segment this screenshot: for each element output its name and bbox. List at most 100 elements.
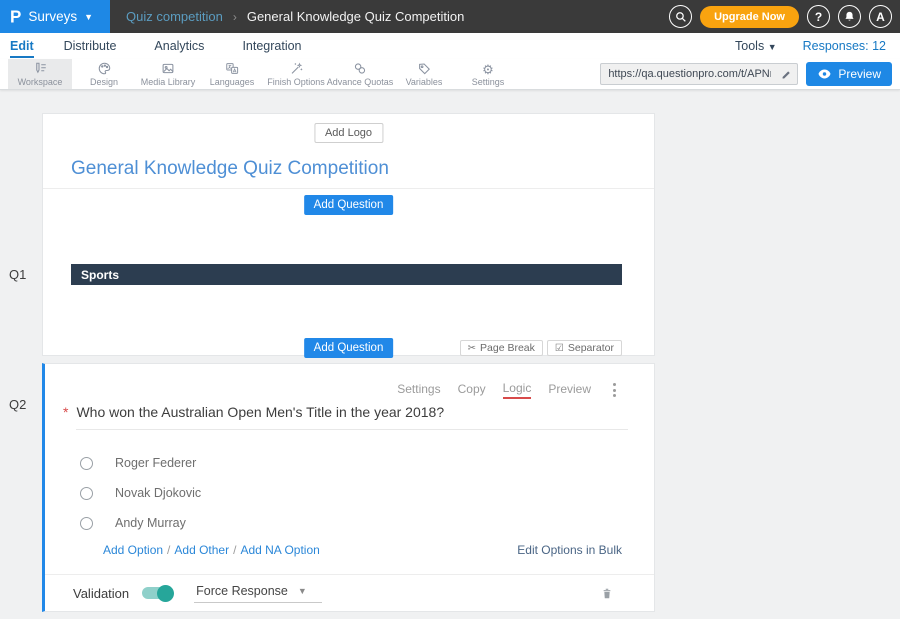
separator-button[interactable]: ☑ Separator bbox=[547, 340, 622, 356]
checkbox-icon: ☑ bbox=[555, 343, 564, 354]
magic-wand-icon bbox=[289, 61, 304, 76]
toolbar-item-design[interactable]: Design bbox=[72, 59, 136, 89]
survey-header-card: Add Logo General Knowledge Quiz Competit… bbox=[42, 113, 655, 356]
toolbar-item-variables[interactable]: Variables bbox=[392, 59, 456, 89]
add-question-button-bottom[interactable]: Add Question bbox=[304, 338, 394, 358]
edit-options-in-bulk-link[interactable]: Edit Options in Bulk bbox=[517, 543, 622, 557]
question-logic-link[interactable]: Logic bbox=[503, 381, 532, 399]
validation-bar: Validation Force Response ▼ bbox=[45, 574, 654, 611]
preview-label: Preview bbox=[838, 67, 881, 81]
avatar[interactable]: A bbox=[869, 5, 892, 28]
upgrade-button[interactable]: Upgrade Now bbox=[700, 6, 799, 28]
force-response-value: Force Response bbox=[196, 584, 288, 598]
surveys-menu[interactable]: P Surveys ▼ bbox=[0, 0, 110, 33]
radio-icon[interactable] bbox=[80, 457, 93, 470]
nav-tabs-row: Edit Distribute Analytics Integration To… bbox=[0, 33, 900, 59]
radio-icon[interactable] bbox=[80, 517, 93, 530]
help-button[interactable]: ? bbox=[807, 5, 830, 28]
tools-menu[interactable]: Tools ▼ bbox=[735, 39, 777, 53]
question-preview-link[interactable]: Preview bbox=[548, 382, 591, 398]
answer-option-row[interactable]: Novak Djokovic bbox=[80, 486, 201, 500]
palette-icon bbox=[97, 61, 112, 76]
translate-icon bbox=[224, 61, 240, 76]
question-number-q2: Q2 bbox=[9, 397, 26, 412]
chevron-down-icon: ▼ bbox=[84, 12, 93, 22]
topbar-actions: Upgrade Now ? A bbox=[669, 5, 900, 28]
toolbar-item-label: Workspace bbox=[18, 77, 63, 87]
question-copy-link[interactable]: Copy bbox=[458, 382, 486, 398]
tag-icon bbox=[417, 61, 432, 76]
survey-url-input[interactable] bbox=[601, 68, 775, 80]
scissors-icon: ✂ bbox=[468, 343, 476, 354]
toolbar-item-settings[interactable]: ⚙ Settings bbox=[456, 59, 520, 89]
toolbar-item-advance-quotas[interactable]: Advance Quotas bbox=[328, 59, 392, 89]
survey-toolbar: Workspace Design Media Library Languages… bbox=[0, 59, 900, 90]
breadcrumb: Quiz competition › General Knowledge Qui… bbox=[126, 9, 464, 24]
breadcrumb-parent[interactable]: Quiz competition bbox=[126, 9, 223, 24]
toggle-knob bbox=[157, 585, 174, 602]
toolbar-item-label: Languages bbox=[210, 77, 255, 87]
chevron-down-icon: ▼ bbox=[768, 42, 777, 52]
option-links: Add Option/Add Other/Add NA Option bbox=[103, 543, 320, 557]
add-logo-button[interactable]: Add Logo bbox=[314, 123, 383, 143]
toolbar-item-label: Advance Quotas bbox=[327, 77, 394, 87]
section-header-sports[interactable]: Sports bbox=[71, 264, 622, 285]
breadcrumb-separator-icon: › bbox=[233, 10, 237, 24]
toolbar-item-label: Finish Options bbox=[267, 77, 325, 87]
toolbar-item-label: Media Library bbox=[141, 77, 196, 87]
survey-editor-canvas: Q1 Q2 Add Logo General Knowledge Quiz Co… bbox=[0, 90, 900, 619]
tab-analytics[interactable]: Analytics bbox=[154, 35, 204, 58]
answer-option-label[interactable]: Roger Federer bbox=[115, 456, 196, 470]
validation-toggle[interactable] bbox=[142, 587, 172, 599]
link-separator: / bbox=[233, 543, 236, 557]
survey-title[interactable]: General Knowledge Quiz Competition bbox=[71, 158, 389, 180]
search-button[interactable] bbox=[669, 5, 692, 28]
responses-link[interactable]: Responses: 12 bbox=[803, 39, 886, 53]
page-break-label: Page Break bbox=[480, 342, 535, 354]
preview-button[interactable]: Preview bbox=[806, 62, 892, 86]
add-na-option-link[interactable]: Add NA Option bbox=[240, 543, 319, 557]
delete-question-button[interactable] bbox=[600, 586, 614, 601]
question-text[interactable]: Who won the Australian Open Men's Title … bbox=[76, 404, 628, 430]
survey-url-box bbox=[600, 63, 798, 85]
break-buttons: ✂ Page Break ☑ Separator bbox=[460, 340, 622, 356]
validation-label: Validation bbox=[73, 586, 129, 601]
question-card-q2: Settings Copy Logic Preview *Who won the… bbox=[42, 363, 655, 612]
tab-integration[interactable]: Integration bbox=[242, 35, 301, 58]
radio-icon[interactable] bbox=[80, 487, 93, 500]
question-settings-link[interactable]: Settings bbox=[397, 382, 440, 398]
page-break-button[interactable]: ✂ Page Break bbox=[460, 340, 543, 356]
separator-label: Separator bbox=[568, 342, 614, 354]
trash-icon bbox=[600, 586, 614, 601]
toolbar-item-finish-options[interactable]: Finish Options bbox=[264, 59, 328, 89]
divider bbox=[43, 188, 654, 189]
toolbar-item-languages[interactable]: Languages bbox=[200, 59, 264, 89]
answer-option-label[interactable]: Andy Murray bbox=[115, 516, 186, 530]
notifications-button[interactable] bbox=[838, 5, 861, 28]
toolbar-item-label: Variables bbox=[406, 77, 443, 87]
tab-edit[interactable]: Edit bbox=[10, 35, 34, 58]
workspace-icon bbox=[33, 61, 48, 76]
toolbar-item-label: Design bbox=[90, 77, 118, 87]
question-number-q1: Q1 bbox=[9, 267, 26, 282]
edit-url-button[interactable] bbox=[775, 64, 797, 84]
answer-option-row[interactable]: Roger Federer bbox=[80, 456, 196, 470]
answer-option-row[interactable]: Andy Murray bbox=[80, 516, 186, 530]
toolbar-item-media-library[interactable]: Media Library bbox=[136, 59, 200, 89]
force-response-select[interactable]: Force Response ▼ bbox=[194, 584, 322, 603]
gear-icon: ⚙ bbox=[482, 61, 494, 76]
answer-option-label[interactable]: Novak Djokovic bbox=[115, 486, 201, 500]
tab-distribute[interactable]: Distribute bbox=[64, 35, 117, 58]
add-question-button-top[interactable]: Add Question bbox=[304, 195, 394, 215]
toolbar-item-workspace[interactable]: Workspace bbox=[8, 59, 72, 89]
kebab-menu-icon[interactable] bbox=[611, 381, 618, 399]
nav-right: Tools ▼ Responses: 12 bbox=[735, 39, 890, 53]
search-icon bbox=[674, 10, 688, 24]
add-other-link[interactable]: Add Other bbox=[174, 543, 229, 557]
top-navbar: P Surveys ▼ Quiz competition › General K… bbox=[0, 0, 900, 33]
eye-icon bbox=[817, 68, 832, 80]
add-option-link[interactable]: Add Option bbox=[103, 543, 163, 557]
pencil-icon bbox=[780, 68, 793, 81]
toolbar-right: Preview bbox=[600, 59, 900, 89]
chevron-down-icon: ▼ bbox=[298, 586, 307, 596]
